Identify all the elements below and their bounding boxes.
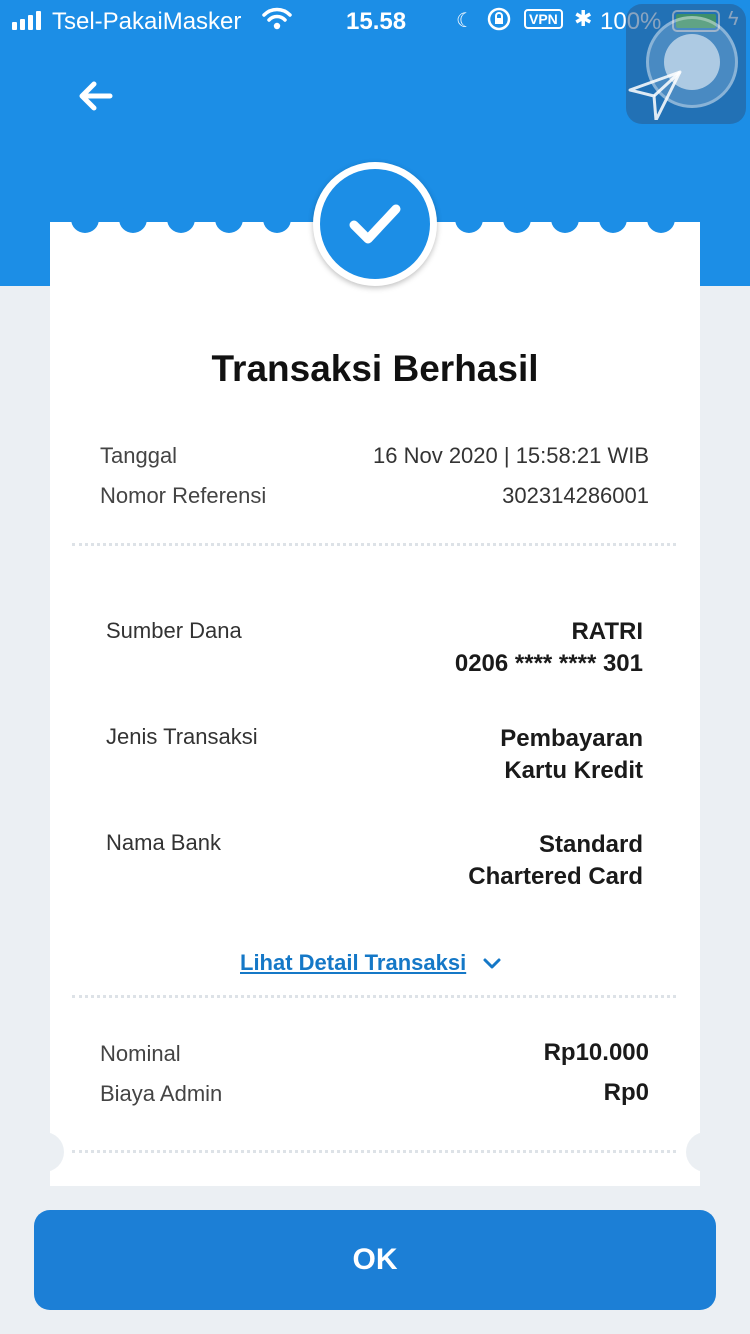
assistive-touch-overlay[interactable] bbox=[626, 4, 746, 124]
moon-icon: ☾ bbox=[456, 10, 474, 32]
carrier-name: Tsel-PakaiMasker bbox=[52, 8, 242, 35]
nominal-label: Nominal bbox=[100, 1041, 181, 1066]
transaction-type-line2: Kartu Kredit bbox=[504, 757, 643, 784]
receipt-scallop bbox=[215, 205, 243, 233]
ok-button[interactable]: OK bbox=[34, 1210, 716, 1310]
success-badge bbox=[313, 162, 437, 286]
admin-fee-label: Biaya Admin bbox=[100, 1081, 223, 1106]
source-label: Sumber Dana bbox=[106, 618, 242, 643]
divider bbox=[72, 995, 676, 998]
date-value: 16 Nov 2020 | 15:58:21 WIB bbox=[373, 443, 649, 468]
bluetooth-icon: ✱ bbox=[574, 6, 593, 31]
reference-value: 302314286001 bbox=[502, 483, 649, 508]
transaction-type-line1: Pembayaran bbox=[500, 725, 643, 752]
divider bbox=[72, 543, 676, 546]
receipt-scallop bbox=[71, 205, 99, 233]
receipt-scallop bbox=[551, 205, 579, 233]
transaction-type-label: Jenis Transaksi bbox=[106, 724, 258, 749]
bank-label: Nama Bank bbox=[106, 830, 221, 855]
source-name: RATRI bbox=[571, 618, 643, 645]
receipt-notch-left bbox=[24, 1132, 64, 1172]
bank-name-line1: Standard bbox=[538, 831, 643, 858]
receipt-scallop bbox=[647, 205, 675, 233]
vpn-badge: VPN bbox=[524, 9, 563, 29]
wifi-icon bbox=[262, 7, 292, 30]
clock: 15.58 bbox=[346, 8, 407, 35]
receipt-scallop bbox=[599, 205, 627, 233]
send-icon bbox=[628, 70, 682, 120]
receipt-scallop bbox=[119, 205, 147, 233]
chevron-down-icon[interactable] bbox=[482, 954, 502, 974]
checkmark-icon bbox=[349, 204, 401, 244]
admin-fee-value: Rp0 bbox=[603, 1079, 649, 1106]
transaction-detail-link[interactable]: Lihat Detail Transaksi bbox=[240, 950, 466, 976]
nominal-value: Rp10.000 bbox=[543, 1039, 649, 1066]
arrow-left-icon[interactable] bbox=[74, 74, 118, 118]
source-account: 0206 **** **** 301 bbox=[454, 650, 643, 677]
date-label: Tanggal bbox=[100, 443, 178, 468]
receipt-scallop bbox=[263, 205, 291, 233]
receipt-scallop bbox=[455, 205, 483, 233]
signal-icon bbox=[12, 10, 41, 30]
page-title: Transaksi Berhasil bbox=[211, 348, 539, 389]
reference-label: Nomor Referensi bbox=[100, 483, 267, 508]
bank-name-line2: Chartered Card bbox=[468, 863, 643, 890]
receipt-scallop bbox=[167, 205, 195, 233]
divider bbox=[72, 1150, 676, 1153]
receipt-scallop bbox=[503, 205, 531, 233]
rotation-lock-icon bbox=[487, 7, 511, 31]
receipt-notch-right bbox=[686, 1132, 726, 1172]
